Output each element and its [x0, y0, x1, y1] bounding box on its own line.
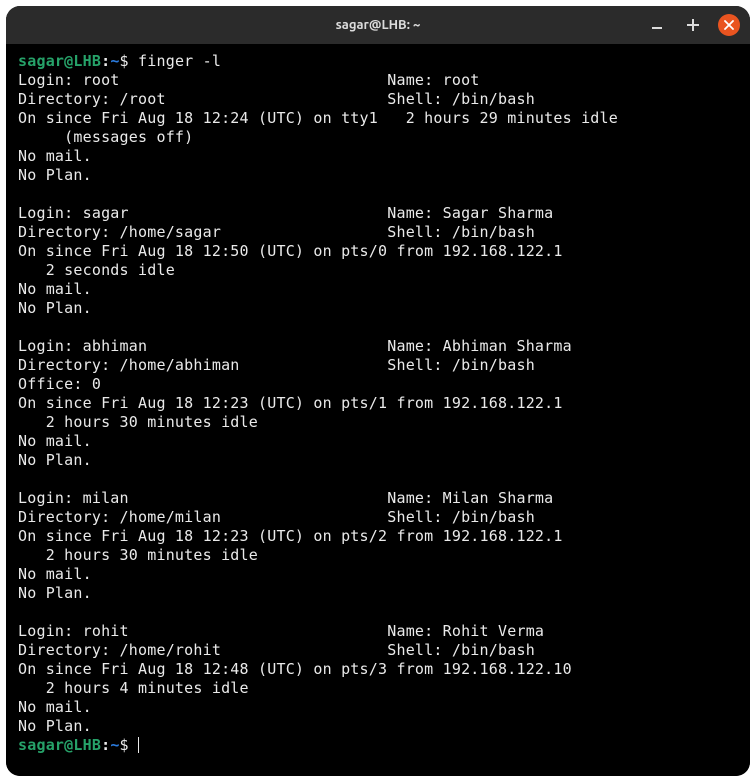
close-icon [724, 20, 734, 30]
window-controls [646, 14, 740, 36]
minimize-icon [651, 19, 663, 31]
prompt-symbol: $ [120, 52, 129, 70]
plus-icon [686, 18, 700, 32]
prompt-symbol-2: $ [120, 736, 129, 754]
prompt-colon-2: : [101, 736, 110, 754]
prompt-user-host: sagar@LHB [18, 52, 101, 70]
command-output: Login: root Name: root Directory: /root … [18, 71, 618, 735]
prompt-path: ~ [110, 52, 119, 70]
close-button[interactable] [718, 14, 740, 36]
terminal-window: sagar@LHB: ~ sagar@LHB:~$ finger -l Logi… [6, 6, 750, 776]
maximize-button[interactable] [682, 14, 704, 36]
terminal-body[interactable]: sagar@LHB:~$ finger -l Login: root Name:… [6, 44, 750, 776]
command-text: finger -l [138, 52, 221, 70]
cursor [138, 737, 139, 753]
titlebar: sagar@LHB: ~ [6, 6, 750, 44]
minimize-button[interactable] [646, 14, 668, 36]
window-title: sagar@LHB: ~ [336, 18, 421, 32]
prompt-user-host-2: sagar@LHB [18, 736, 101, 754]
prompt-path-2: ~ [110, 736, 119, 754]
prompt-colon: : [101, 52, 110, 70]
